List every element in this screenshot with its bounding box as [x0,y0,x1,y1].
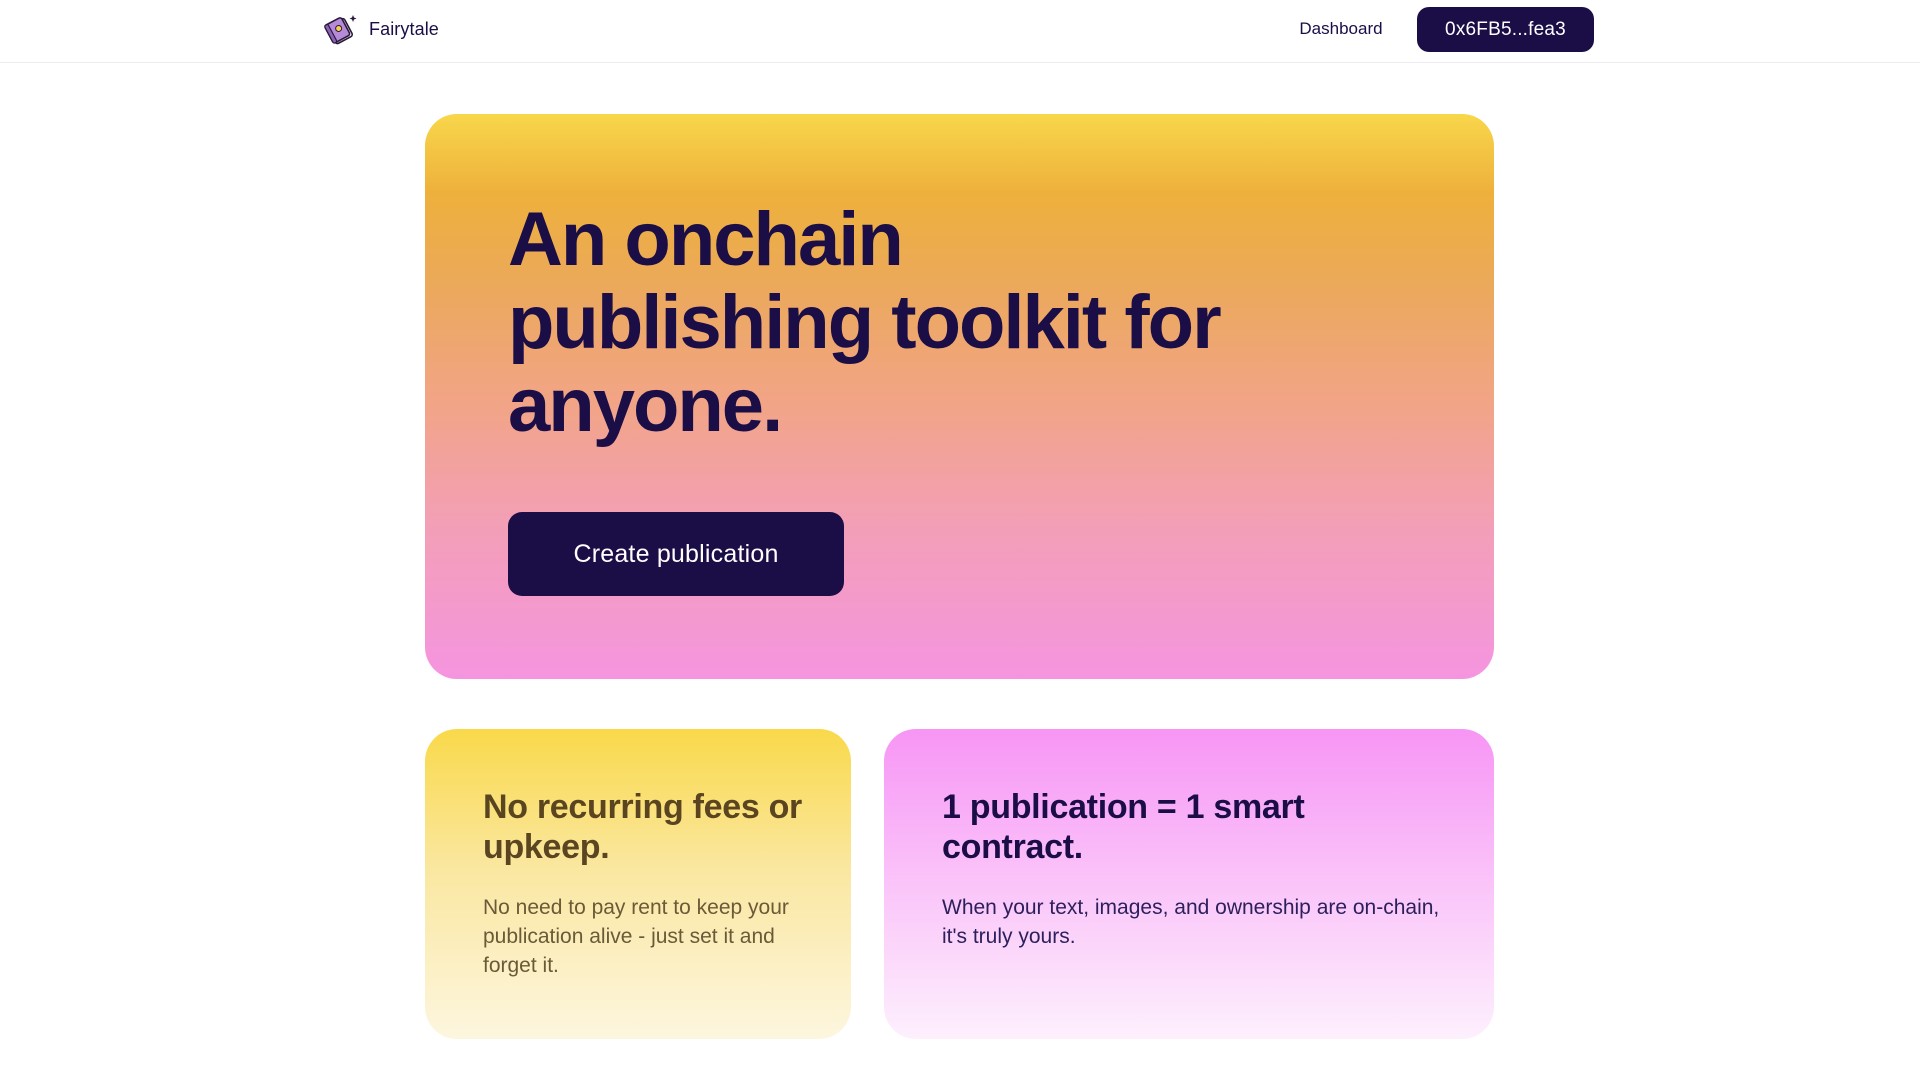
hero-card: An onchain publishing toolkit for anyone… [425,114,1494,679]
feature-title: No recurring fees or upkeep. [483,788,802,866]
brand-name: Fairytale [369,18,439,39]
feature-description: No need to pay rent to keep your publica… [483,896,789,977]
feature-title: 1 publication = 1 smart contract. [942,788,1305,866]
nav-dashboard-link[interactable]: Dashboard [1280,16,1402,42]
brand-link[interactable]: Fairytale [324,12,439,46]
hero-title: An onchain publishing toolkit for anyone… [508,197,1222,448]
top-navbar: Fairytale Dashboard 0x6FB5...fea3 [0,0,1920,63]
feature-description: When your text, images, and ownership ar… [942,896,1440,948]
feature-card-no-fees: No recurring fees or upkeep. No need to … [425,729,851,1039]
book-icon [324,15,357,45]
feature-card-smart-contract: 1 publication = 1 smart contract. When y… [884,729,1494,1039]
create-publication-button[interactable]: Create publication [508,512,844,596]
wallet-address-button[interactable]: 0x6FB5...fea3 [1417,7,1594,52]
